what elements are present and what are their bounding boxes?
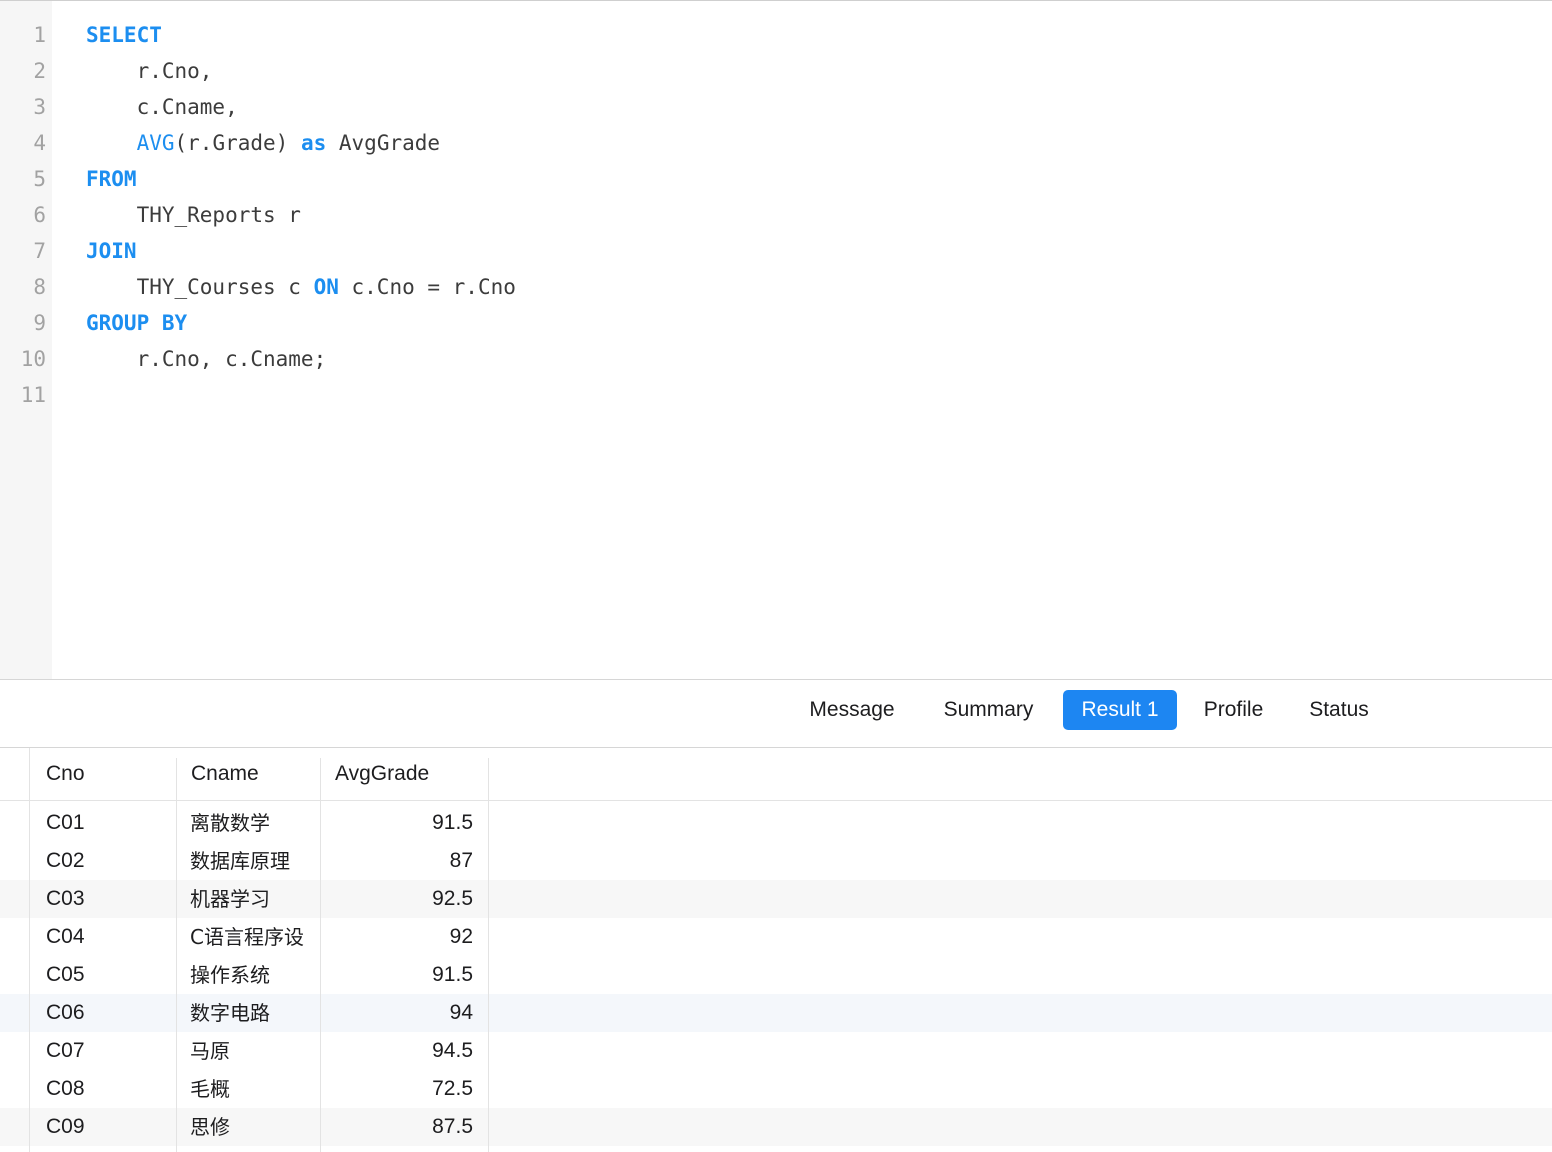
column-header-avggrade[interactable]: AvgGrade	[321, 748, 488, 800]
cell-avggrade[interactable]: 72.5	[321, 1070, 488, 1108]
line-number: 3	[33, 95, 46, 119]
code-line[interactable]: GROUP BY	[86, 305, 187, 341]
line-number: 5	[33, 167, 46, 191]
sql-keyword: FROM	[86, 167, 137, 191]
table-row[interactable]: C01 离散数学 91.5	[0, 804, 1552, 842]
line-number: 6	[33, 203, 46, 227]
sql-text: r.Cno, c.Cname;	[86, 347, 327, 371]
sql-keyword: GROUP BY	[86, 311, 188, 335]
code-line[interactable]: THY_Reports r	[86, 197, 301, 233]
code-line[interactable]: THY_Courses c ON c.Cno = r.Cno	[86, 269, 516, 305]
code-line[interactable]: SELECT	[86, 17, 162, 53]
tab-status[interactable]: Status	[1293, 690, 1385, 730]
sql-text: (r.Grade)	[174, 131, 301, 155]
cell-avggrade[interactable]: 92	[321, 918, 488, 956]
line-number: 2	[33, 59, 46, 83]
code-line[interactable]: AVG(r.Grade) as AvgGrade	[86, 125, 440, 161]
sql-keyword: as	[300, 131, 327, 155]
cell-cname[interactable]: 操作系统	[177, 956, 320, 994]
grid-header-row: Cno Cname AvgGrade	[0, 748, 1552, 801]
table-row[interactable]: C06 数字电路 94	[0, 994, 1552, 1032]
code-line[interactable]: FROM	[86, 161, 137, 197]
cell-cno[interactable]: C07	[30, 1032, 176, 1070]
sql-text: AvgGrade	[326, 131, 441, 155]
column-separator[interactable]	[320, 758, 321, 1152]
result-grid[interactable]: Cno Cname AvgGrade C01 离散数学 91.5 C02 数据库原理 87…	[0, 748, 1552, 1152]
tab-summary[interactable]: Summary	[926, 690, 1051, 730]
cell-cno[interactable]: C05	[30, 956, 176, 994]
line-number: 10	[20, 347, 46, 371]
sql-text: THY_Reports r	[86, 203, 301, 227]
code-line[interactable]: c.Cname,	[86, 89, 238, 125]
line-number: 9	[33, 311, 46, 335]
cell-avggrade[interactable]: 94.5	[321, 1032, 488, 1070]
cell-avggrade[interactable]: 92.5	[321, 880, 488, 918]
cell-cno[interactable]: C08	[30, 1070, 176, 1108]
line-number: 4	[33, 131, 46, 155]
cell-cno[interactable]: C04	[30, 918, 176, 956]
table-row[interactable]: C05 操作系统 91.5	[0, 956, 1552, 994]
cell-cno[interactable]: C03	[30, 880, 176, 918]
column-separator[interactable]	[488, 758, 489, 1152]
cell-cname[interactable]: 数据库原理	[177, 842, 320, 880]
cell-avggrade[interactable]: 87.5	[321, 1108, 488, 1146]
cell-cno[interactable]: C02	[30, 842, 176, 880]
sql-text: c.Cno = r.Cno	[338, 275, 516, 299]
sql-editor[interactable]: 1 2 3 4 5 6 7 8 9 10 11 SELECT r.Cno, c.Cname, AVG…	[0, 0, 1552, 679]
row-marker-separator	[29, 748, 30, 1152]
table-row[interactable]: C07 马原 94.5	[0, 1032, 1552, 1070]
sql-text: c.Cname,	[86, 95, 238, 119]
tab-result-1[interactable]: Result 1	[1063, 690, 1177, 730]
table-row[interactable]: C09 思修 87.5	[0, 1108, 1552, 1146]
cell-cname[interactable]: 思修	[177, 1108, 320, 1146]
code-line[interactable]: r.Cno, c.Cname;	[86, 341, 327, 377]
cell-avggrade[interactable]: 91.5	[321, 804, 488, 842]
cell-cname[interactable]: 马原	[177, 1032, 320, 1070]
sql-keyword: JOIN	[86, 239, 137, 263]
column-header-cno[interactable]: Cno	[32, 748, 176, 800]
cell-cname[interactable]: C语言程序设	[177, 918, 320, 956]
sql-keyword: SELECT	[86, 23, 162, 47]
cell-cname[interactable]: 离散数学	[177, 804, 320, 842]
line-number: 8	[33, 275, 46, 299]
table-row[interactable]: C08 毛概 72.5	[0, 1070, 1552, 1108]
code-line[interactable]: r.Cno,	[86, 53, 213, 89]
cell-cno[interactable]: C06	[30, 994, 176, 1032]
sql-function: AVG	[136, 131, 175, 155]
tab-message[interactable]: Message	[793, 690, 911, 730]
cell-cname[interactable]: 机器学习	[177, 880, 320, 918]
tab-profile[interactable]: Profile	[1189, 690, 1278, 730]
line-number: 7	[33, 239, 46, 263]
result-tab-bar: Message Summary Result 1 Profile Status	[0, 680, 1552, 747]
cell-cno[interactable]: C09	[30, 1108, 176, 1146]
table-row[interactable]: C02 数据库原理 87	[0, 842, 1552, 880]
sql-text: r.Cno,	[86, 59, 213, 83]
column-separator[interactable]	[176, 758, 177, 1152]
cell-cname[interactable]: 数字电路	[177, 994, 320, 1032]
code-line[interactable]: JOIN	[86, 233, 137, 269]
sql-text: THY_Courses c	[86, 275, 314, 299]
cell-cname[interactable]: 毛概	[177, 1070, 320, 1108]
cell-avggrade[interactable]: 91.5	[321, 956, 488, 994]
cell-avggrade[interactable]: 94	[321, 994, 488, 1032]
cell-avggrade[interactable]: 87	[321, 842, 488, 880]
table-row[interactable]: C04 C语言程序设 92	[0, 918, 1552, 956]
sql-keyword: ON	[313, 275, 339, 299]
line-number: 1	[33, 23, 46, 47]
column-header-cname[interactable]: Cname	[177, 748, 320, 800]
cell-cno[interactable]: C01	[30, 804, 176, 842]
line-number: 11	[20, 383, 46, 407]
table-row[interactable]: C03 机器学习 92.5	[0, 880, 1552, 918]
